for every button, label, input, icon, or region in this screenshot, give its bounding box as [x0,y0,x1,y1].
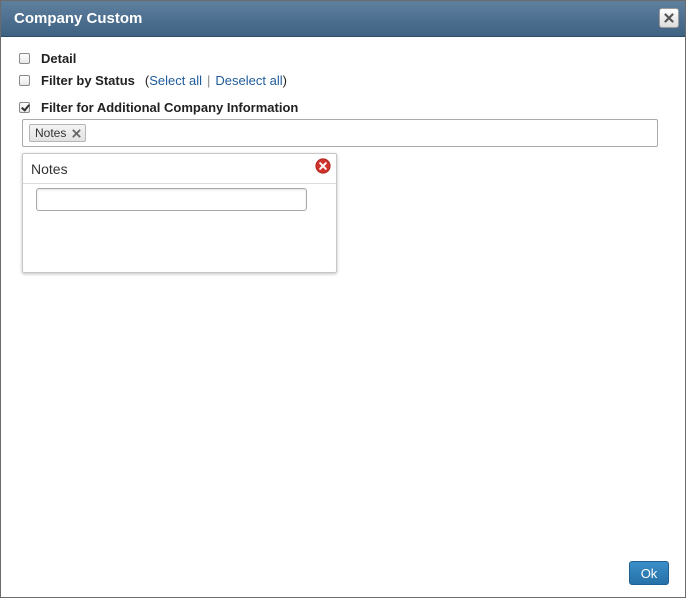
notes-filter-input[interactable] [36,188,307,211]
notes-tag: Notes [29,124,87,142]
dialog-title: Company Custom [14,10,143,27]
close-button[interactable] [659,8,679,28]
filter-additional-checkbox[interactable] [19,102,30,113]
filter-additional-label[interactable]: Filter for Additional Company Informatio… [41,100,298,115]
remove-x-icon[interactable] [72,128,81,138]
remove-circle-icon[interactable] [315,158,331,174]
notes-filter-panel: Notes [22,153,337,273]
filter-by-status-option[interactable]: Filter by Status (Select all | Deselect al… [19,73,287,88]
status-select-links: (Select all | Deselect all) [144,73,287,88]
ok-button[interactable]: Ok [629,561,669,585]
field-tag-input[interactable]: Notes [22,119,658,147]
panel-divider [23,183,336,184]
detail-label[interactable]: Detail [41,51,76,66]
deselect-all-link[interactable]: Deselect all [215,73,282,88]
detail-option[interactable]: Detail [19,51,76,66]
filter-by-status-label[interactable]: Filter by Status [41,73,135,88]
filter-additional-option[interactable]: Filter for Additional Company Informatio… [19,100,298,115]
filter-by-status-checkbox[interactable] [19,75,30,86]
select-all-link[interactable]: Select all [149,73,202,88]
notes-panel-title: Notes [31,161,68,177]
link-separator: | [207,73,211,88]
company-custom-dialog: Company Custom Detail Filter by Status (… [0,0,686,598]
close-icon [664,13,674,23]
detail-checkbox[interactable] [19,53,30,64]
dialog-titlebar: Company Custom [1,1,685,37]
notes-tag-label: Notes [35,126,67,140]
